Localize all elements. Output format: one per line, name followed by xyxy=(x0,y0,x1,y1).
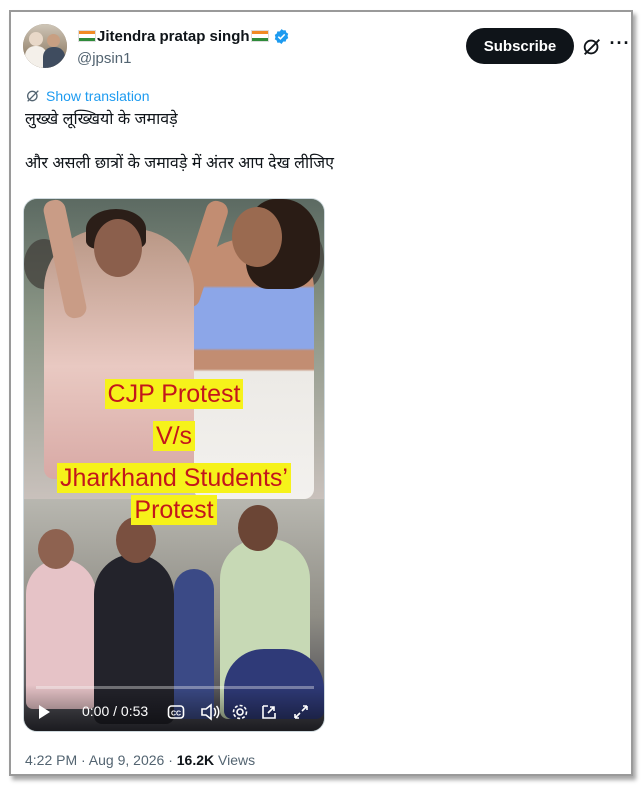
tweet-text-line-1: लुख्खे लूख्खियो के जमावड़े xyxy=(25,111,178,128)
video-caption-line-4: Protest xyxy=(24,495,324,525)
author-info: Jitendra pratap singh @jpsin1 xyxy=(77,26,290,67)
video-player[interactable]: CJP Protest V/s Jharkhand Students’ Prot… xyxy=(23,198,325,732)
captions-icon[interactable]: CC xyxy=(167,703,185,721)
views-count: 16.2K xyxy=(176,752,215,768)
tweet-text: लुख्खे लूख्खियो के जमावड़े और असली छात्र… xyxy=(25,109,615,175)
tweet-card: Jitendra pratap singh @jpsin1 Subscribe … xyxy=(9,10,633,776)
video-caption-line-3: Jharkhand Students’ xyxy=(24,463,324,493)
settings-gear-icon[interactable] xyxy=(231,703,249,721)
tweet-header: Jitendra pratap singh @jpsin1 Subscribe … xyxy=(23,22,629,72)
translate-icon xyxy=(27,90,39,102)
play-icon[interactable] xyxy=(36,703,52,721)
svg-text:CC: CC xyxy=(171,711,181,718)
india-flag-icon xyxy=(78,30,96,42)
video-caption-line-1: CJP Protest xyxy=(24,379,324,409)
volume-icon[interactable] xyxy=(200,703,220,721)
subscribe-button[interactable]: Subscribe xyxy=(466,28,574,64)
fullscreen-icon[interactable] xyxy=(292,703,310,721)
grok-icon[interactable] xyxy=(581,36,603,58)
video-time: 0:00 / 0:53 xyxy=(82,703,149,719)
author-display-name[interactable]: Jitendra pratap singh xyxy=(97,28,250,45)
show-translation-link[interactable]: Show translation xyxy=(25,88,150,104)
avatar[interactable] xyxy=(23,24,67,68)
video-frame-top xyxy=(24,199,324,499)
more-options-icon[interactable]: ··· xyxy=(609,34,631,58)
verified-badge-icon xyxy=(274,28,288,44)
pip-icon[interactable] xyxy=(260,703,278,721)
video-progress-bar[interactable] xyxy=(36,686,314,689)
tweet-text-line-2: और असली छात्रों के जमावड़े में अंतर आप द… xyxy=(25,155,334,172)
tweet-timestamp[interactable]: 4:22 PM · Aug 9, 2026 · xyxy=(25,752,173,768)
author-handle[interactable]: @jpsin1 xyxy=(77,50,290,67)
tweet-meta: 4:22 PM · Aug 9, 2026 · 16.2K Views xyxy=(25,752,255,768)
views-label: Views xyxy=(218,752,256,768)
india-flag-icon xyxy=(250,30,269,42)
video-caption-line-2: V/s xyxy=(24,421,324,451)
show-translation-label: Show translation xyxy=(46,88,150,104)
